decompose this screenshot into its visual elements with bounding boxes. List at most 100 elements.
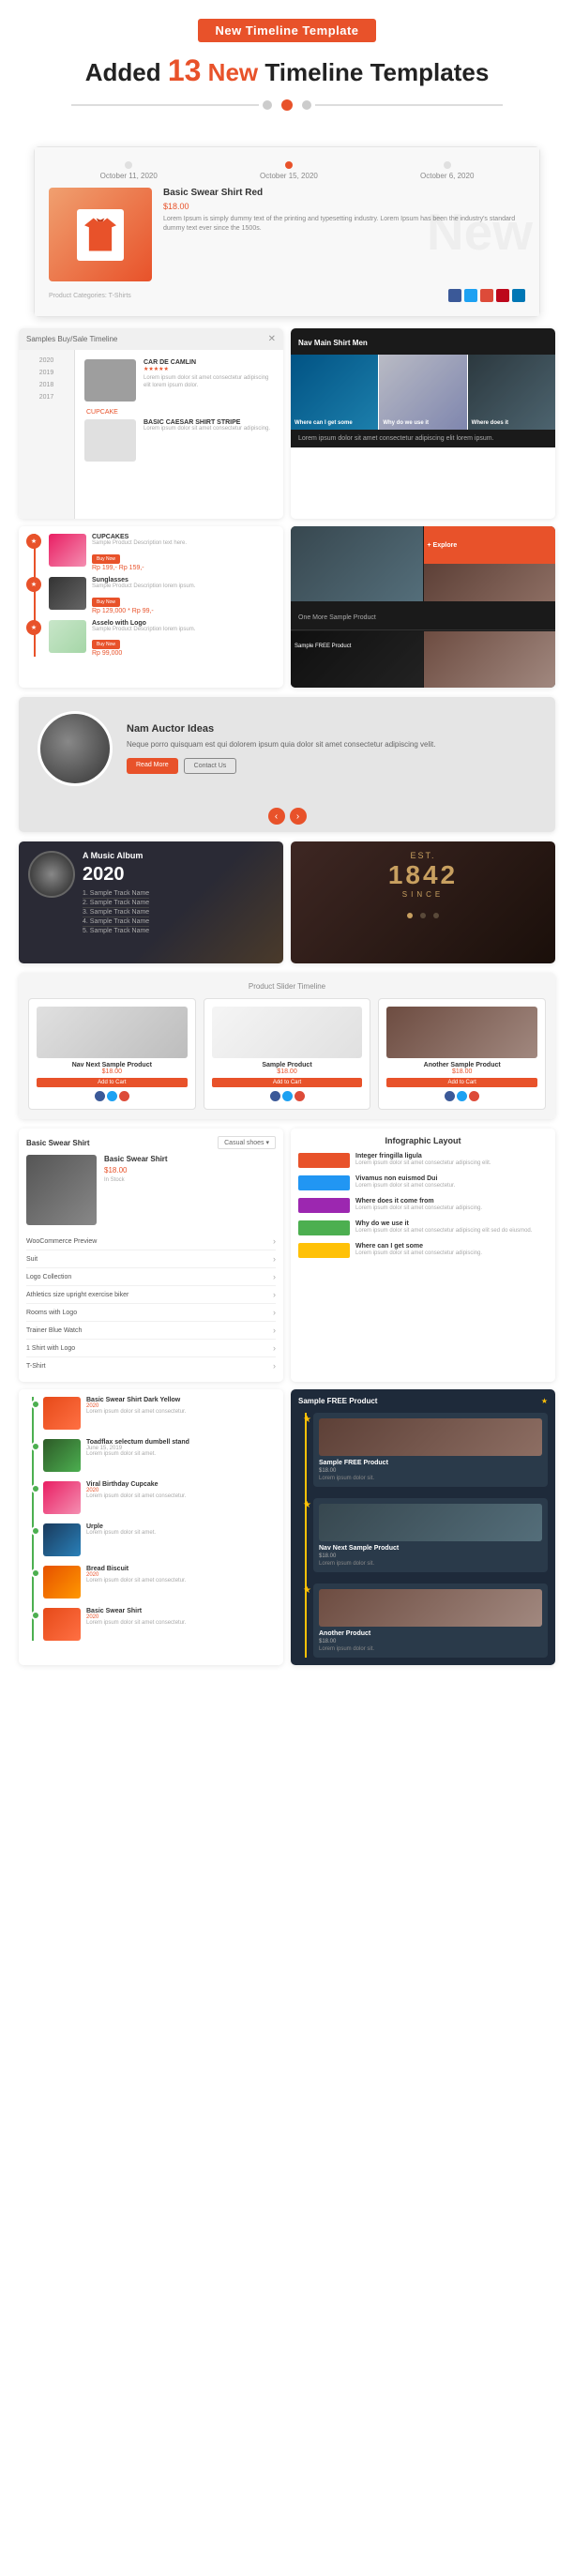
tpl2-topbar-label: Samples Buy/Sale Timeline — [26, 335, 117, 343]
tpl3-btn-2[interactable]: Buy Now — [92, 598, 120, 607]
template-5-card: + Explore One More Sample Product Sample… — [291, 526, 555, 688]
tpl10-item-5-label: Rooms with Logo — [26, 1310, 77, 1316]
tpl6-btn-secondary[interactable]: Contact Us — [184, 758, 237, 774]
tpl10-product-name: Basic Swear Shirt — [104, 1155, 168, 1163]
tpl2-year-3: 2018 — [23, 382, 70, 388]
tpl6-nav-prev[interactable]: ‹ — [268, 808, 285, 825]
tpl2-year-4: 2017 — [23, 394, 70, 401]
tpl9-btn-1[interactable]: Add to Cart — [37, 1078, 188, 1087]
tpl3-wrapper: ★ CUPCAKES Sample Product Description te… — [19, 526, 283, 664]
tpl4-label-1: Where can I get some — [295, 420, 374, 426]
tpl5-img-dark: Sample FREE Product — [291, 631, 423, 688]
tpl11-q1: Integer fringilla ligula — [355, 1153, 491, 1159]
tpl13-card-3: Another Product $18.00 Lorem ipsum dolor… — [313, 1583, 548, 1658]
tpl8-dot-3 — [433, 913, 439, 918]
tpl2-sidebar: 2020 2019 2018 2017 — [19, 350, 75, 519]
tpl6-nav-next[interactable]: › — [290, 808, 307, 825]
tpl13-star-3: ★ — [303, 1585, 311, 1596]
tpl3-btn-3[interactable]: Buy Now — [92, 640, 120, 649]
row-tpl12-tpl13: Basic Swear Shirt Dark Yellow 2020 Lorem… — [0, 1386, 574, 1669]
tpl11-bar-col-3 — [298, 1198, 350, 1213]
tpl13-timeline: ★ Sample FREE Product $18.00 Lorem ipsum… — [298, 1413, 548, 1658]
tpl8-dot-1 — [407, 913, 413, 918]
tpl2-item-text-2: BASIC CAESAR SHIRT STRIPE Lorem ipsum do… — [144, 419, 274, 462]
tpl1-dates-row: October 11, 2020 October 15, 2020 Octobe… — [49, 161, 525, 180]
tpl2-topbar: Samples Buy/Sale Timeline ✕ — [19, 328, 283, 350]
tpl2-item-1: CAR DE CAMLIN ★★★★★ Lorem ipsum dolor si… — [84, 359, 274, 402]
tpl8-inner: EST. 1842 SINCE — [291, 841, 555, 963]
row-tpl2-tpl4: Samples Buy/Sale Timeline ✕ 2020 2019 20… — [0, 325, 574, 523]
tpl9-slider: Product Slider Timeline Nav Next Sample … — [19, 973, 555, 1119]
tpl1-date-3: October 6, 2020 — [420, 161, 474, 180]
tpl13-name-2: Nav Next Sample Product — [319, 1545, 542, 1552]
tpl12-side-item-1: Toadflax selectum dumbell stand June 15,… — [43, 1439, 276, 1472]
tpl3-btn-1[interactable]: Buy Now — [92, 554, 120, 564]
tpl11-inner: Infographic Layout Integer fringilla lig… — [291, 1129, 555, 1265]
tpl10-list-item-8: T-Shirt › — [26, 1357, 276, 1374]
tpl9-btn-2[interactable]: Add to Cart — [212, 1078, 363, 1087]
tpl2-item-text-1: CAR DE CAMLIN ★★★★★ Lorem ipsum dolor si… — [144, 359, 274, 402]
tpl9-tw-1 — [107, 1091, 117, 1101]
tpl10-item-7-arrow: › — [273, 1343, 276, 1353]
tpl2-section-label: CUPCAKE — [84, 409, 274, 416]
tpl11-section-1-text: Integer fringilla ligula Lorem ipsum dol… — [355, 1153, 491, 1167]
googleplus-icon — [480, 289, 493, 302]
tpl11-a3: Lorem ipsum dolor sit amet consectetur a… — [355, 1205, 482, 1212]
tpl5-label-bar: One More Sample Product — [291, 601, 555, 629]
tpl10-item-3-label: Logo Collection — [26, 1274, 71, 1280]
tpl11-bar-green — [298, 1220, 350, 1235]
tpl3-timeline: ★ CUPCAKES Sample Product Description te… — [26, 534, 276, 657]
divider-line-left — [71, 104, 259, 106]
tpl12-text-s1: Toadflax selectum dumbell stand June 15,… — [86, 1439, 189, 1472]
tpl11-a5: Lorem ipsum dolor sit amet consectetur a… — [355, 1250, 482, 1257]
tpl9-btn-3[interactable]: Add to Cart — [386, 1078, 537, 1087]
tpl3-dot-2: ★ — [26, 577, 41, 592]
tpl12-img-s1 — [43, 1439, 81, 1472]
tpl12-timeline: Basic Swear Shirt Dark Yellow 2020 Lorem… — [26, 1397, 276, 1641]
tpl12-item-3: Bread Biscuit 2020 Lorem ipsum dolor sit… — [43, 1566, 276, 1599]
tpl2-item-img-1 — [84, 359, 136, 402]
tpl2-desc-1: Lorem ipsum dolor sit amet consectetur a… — [144, 375, 274, 390]
tpl11-section-4-text: Why do we use it Lorem ipsum dolor sit a… — [355, 1220, 532, 1235]
tpl11-bars-left — [298, 1153, 350, 1168]
row-tpl3-tpl5: ★ CUPCAKES Sample Product Description te… — [0, 523, 574, 691]
template-1-card: New October 11, 2020 October 15, 2020 Oc… — [34, 146, 540, 317]
tpl4-img-2: Why do we use it — [379, 355, 466, 430]
template-3-card: ★ CUPCAKES Sample Product Description te… — [19, 526, 283, 688]
tpl13-star-2: ★ — [303, 1500, 311, 1510]
tpl10-item-5-arrow: › — [273, 1308, 276, 1317]
tpl10-shoe-img — [26, 1155, 97, 1225]
tpl5-product-label: One More Sample Product — [298, 614, 376, 621]
tpl9-gp-1 — [119, 1091, 129, 1101]
tpl12-dot-3 — [31, 1568, 40, 1578]
divider-dot-gray-left — [263, 100, 272, 110]
tpl11-bar-col-2 — [298, 1175, 350, 1190]
tpl10-item-8-label: T-Shirt — [26, 1363, 46, 1370]
tpl10-item-4-label: Athletics size upright exercise biker — [26, 1292, 128, 1298]
tpl2-item-2: BASIC CAESAR SHIRT STRIPE Lorem ipsum do… — [84, 419, 274, 462]
tpl1-product-info: Basic Swear Shirt Red $18.00 Lorem Ipsum… — [163, 188, 525, 281]
tpl7-tracks: 1. Sample Track Name 2. Sample Track Nam… — [83, 889, 149, 935]
divider-dot-gray-right — [302, 100, 311, 110]
pinterest-icon — [496, 289, 509, 302]
badge-label: New Timeline Template — [198, 19, 375, 42]
tpl10-item-3-arrow: › — [273, 1272, 276, 1281]
tpl4-img-1-overlay: Where can I get some — [291, 355, 378, 430]
tpl9-social-2 — [212, 1091, 363, 1101]
tpl6-btn-primary[interactable]: Read More — [127, 758, 178, 774]
shirt-svg — [84, 216, 116, 253]
tpl10-dropdown[interactable]: Casual shoes ▾ — [218, 1136, 276, 1149]
tpl7-year: 2020 — [83, 864, 149, 886]
tpl9-product-3-img — [386, 1007, 537, 1058]
row-tpl10-tpl11: Basic Swear Shirt Casual shoes ▾ Basic S… — [0, 1125, 574, 1386]
tpl13-desc-3: Lorem ipsum dolor sit. — [319, 1646, 542, 1652]
linkedin-icon — [512, 289, 525, 302]
tpl10-item-1-arrow: › — [273, 1236, 276, 1246]
tpl12-green-line — [32, 1397, 34, 1641]
tpl12-title-2: Viral Birthday Cupcake — [86, 1481, 186, 1488]
tpl7-track-4: 4. Sample Track Name — [83, 917, 149, 927]
twitter-icon — [464, 289, 477, 302]
tpl2-main: CAR DE CAMLIN ★★★★★ Lorem ipsum dolor si… — [75, 350, 283, 519]
tpl4-image-row: Where can I get some Why do we use it Wh… — [291, 355, 555, 430]
tpl9-header-label: Product Slider Timeline — [28, 982, 546, 991]
